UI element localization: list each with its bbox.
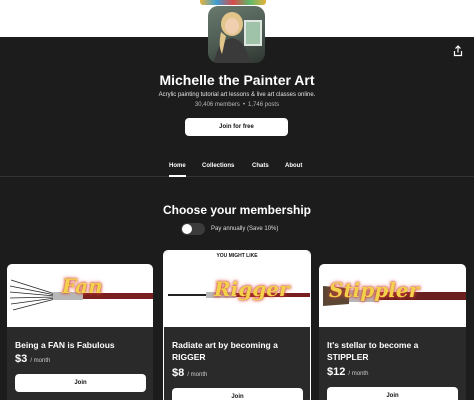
share-icon[interactable] [452,45,464,57]
tier-period: / month [30,358,51,364]
tier-price-line: $3 / month [15,353,50,365]
tier-price: $12 [327,366,346,378]
tier-banner: Fan [7,264,153,327]
tier-period: / month [187,372,208,378]
cover-decoration [200,0,266,5]
join-for-free-button[interactable]: Join for free [185,118,288,136]
join-stippler-button[interactable]: Join [327,387,458,400]
stats-separator: • [242,102,246,108]
tier-price: $3 [15,353,28,365]
tab-home[interactable]: Home [169,163,186,177]
tier-title: Radiate art by becoming a RIGGER [172,340,278,362]
tier-banner-word: Stippler [329,278,420,302]
tier-price-line: $12 / month [327,366,368,378]
posts-count: 1,746 posts [248,102,280,108]
tab-bar: Home Collections Chats About [0,160,474,177]
membership-title: Choose your membership [162,203,312,217]
tab-chats[interactable]: Chats [252,163,269,169]
tier-banner: Stippler [319,264,466,327]
creator-tagline: Acrylic painting tutorial art lessons & … [158,92,316,98]
tier-period: / month [348,371,369,377]
tier-price: $8 [172,367,185,379]
tier-title: It's stellar to become a STIPPLER [327,340,419,362]
tier-banner-word: Rigger [214,277,290,301]
creator-stats: 30,406 members • 1,746 posts [0,102,474,108]
join-fan-button[interactable]: Join [15,374,146,392]
recommended-badge: YOU MIGHT LIKE [216,253,258,259]
pay-annually-toggle[interactable] [181,223,205,235]
creator-name: Michelle the Painter Art [159,72,315,88]
tier-price-line: $8 / month [172,367,207,379]
tier-card-rigger: YOU MIGHT LIKE Rigger Radiate art by bec… [163,250,311,400]
members-count: 30,406 members [194,102,240,108]
avatar [208,6,265,63]
tab-about[interactable]: About [285,163,302,169]
tab-collections[interactable]: Collections [202,163,234,169]
toggle-knob [182,224,192,234]
tier-card-stippler: Stippler It's stellar to become a STIPPL… [319,264,466,400]
join-rigger-button[interactable]: Join [172,388,303,400]
tier-banner-word: Fan [62,274,103,298]
tier-banner: YOU MIGHT LIKE Rigger [164,251,310,327]
tier-title: Being a FAN is Fabulous [15,340,115,350]
pay-annually-label: Pay annually (Save 10%) [211,226,279,232]
tier-card-fan: Fan Being a FAN is Fabulous $3 / month J… [7,264,153,400]
